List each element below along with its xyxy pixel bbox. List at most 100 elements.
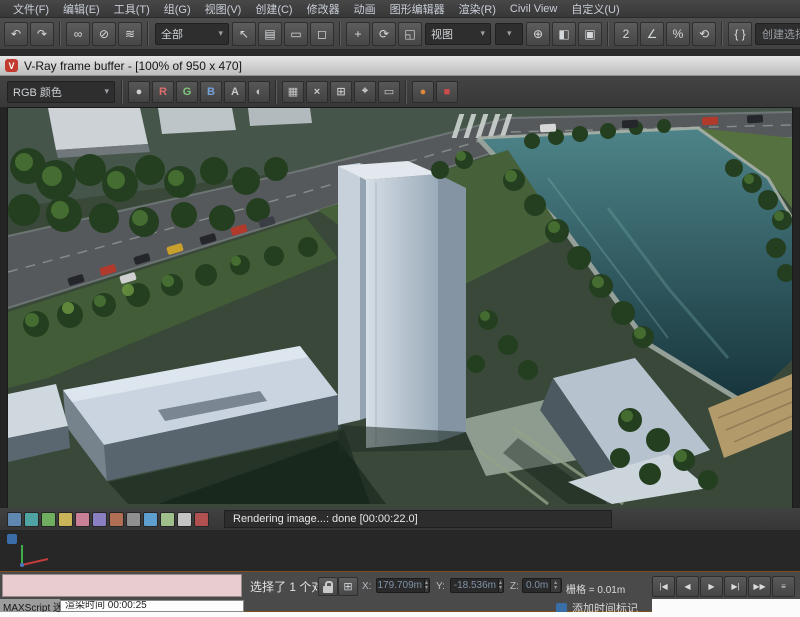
- status-panel: 选择了 1 个对象 ⊞ X: 179.709m ▴▾ Y: -18.536m ▴…: [0, 571, 800, 612]
- menu-group[interactable]: 组(G): [157, 1, 198, 17]
- go-end-button[interactable]: ▶▶: [748, 576, 771, 597]
- x-spinner[interactable]: ▴▾: [424, 579, 428, 592]
- compare-horizontal-icon[interactable]: [58, 512, 73, 527]
- spinner-down-icon: ▾: [554, 586, 557, 591]
- red-channel-icon[interactable]: R: [152, 81, 174, 103]
- render-last-icon[interactable]: ●: [412, 81, 434, 103]
- window-crossing-icon[interactable]: ◻: [310, 22, 334, 46]
- vfb-channel-dropdown[interactable]: RGB 颜色 ▾: [7, 81, 115, 103]
- move-icon[interactable]: +: [346, 22, 370, 46]
- blue-channel-icon[interactable]: B: [200, 81, 222, 103]
- white-balance-icon[interactable]: [160, 512, 175, 527]
- alpha-channel-icon[interactable]: A: [224, 81, 246, 103]
- menu-tools[interactable]: 工具(T): [107, 1, 157, 17]
- rotate-icon[interactable]: ⟳: [372, 22, 396, 46]
- chevron-down-icon: ▾: [507, 28, 512, 39]
- menu-graph-editors[interactable]: 图形编辑器: [383, 1, 452, 17]
- pivot-dropdown[interactable]: ▾: [495, 23, 523, 45]
- pixel-info-icon[interactable]: [7, 512, 22, 527]
- y-field[interactable]: -18.536m ▴▾: [450, 578, 504, 593]
- redo-icon[interactable]: ↷: [30, 22, 54, 46]
- undo-icon[interactable]: ↶: [4, 22, 28, 46]
- region-render-icon[interactable]: ▭: [378, 81, 400, 103]
- menu-edit[interactable]: 编辑(E): [56, 1, 107, 17]
- chevron-down-icon: ▾: [218, 28, 223, 39]
- grid-size-label: 栅格 = 0.01m: [566, 581, 625, 596]
- selection-lock-toggle[interactable]: [318, 577, 338, 596]
- scale-icon[interactable]: ◱: [398, 22, 422, 46]
- crop-icon[interactable]: [41, 512, 56, 527]
- named-selection-icon[interactable]: { }: [728, 22, 752, 46]
- menu-views[interactable]: 视图(V): [198, 1, 249, 17]
- bind-spacewarp-icon[interactable]: ≋: [118, 22, 142, 46]
- prev-frame-button[interactable]: ◀: [676, 576, 699, 597]
- save-image-icon[interactable]: ▦: [282, 81, 304, 103]
- toolbar-separator: [607, 22, 609, 46]
- menu-file[interactable]: 文件(F): [6, 1, 56, 17]
- region-icon[interactable]: [24, 512, 39, 527]
- go-start-button[interactable]: |◀: [652, 576, 675, 597]
- y-label: Y:: [436, 581, 445, 592]
- world-axis-icon: [10, 539, 54, 574]
- toolbar-separator: [405, 80, 407, 104]
- unlink-icon[interactable]: ⊘: [92, 22, 116, 46]
- select-link-icon[interactable]: ∞: [66, 22, 90, 46]
- toolbar-separator: [121, 80, 123, 104]
- y-spinner[interactable]: ▴▾: [498, 579, 502, 592]
- select-object-icon[interactable]: ↖: [232, 22, 256, 46]
- percent-snap-icon[interactable]: %: [666, 22, 690, 46]
- mono-channel-icon[interactable]: ◐: [248, 81, 270, 103]
- stamp-icon[interactable]: [109, 512, 124, 527]
- named-selection-set-field[interactable]: 创建选择集: [755, 23, 800, 45]
- named-selection-set-placeholder: 创建选择集: [762, 26, 800, 42]
- rgb-color-icon[interactable]: ●: [128, 81, 150, 103]
- selection-filter-dropdown[interactable]: 全部 ▾: [155, 23, 229, 45]
- vfb-render-status: Rendering image...: done [00:00:22.0]: [224, 510, 612, 528]
- exposure-icon[interactable]: [143, 512, 158, 527]
- z-field[interactable]: 0.0m ▴▾: [522, 578, 562, 593]
- x-label: X:: [362, 581, 371, 592]
- chevron-down-icon: ▾: [480, 28, 485, 39]
- x-field[interactable]: 179.709m ▴▾: [376, 578, 430, 593]
- screenshot-margin: [652, 599, 800, 613]
- compare-vertical-icon[interactable]: [75, 512, 90, 527]
- viewport-strip[interactable]: [0, 531, 800, 571]
- curves-icon[interactable]: [194, 512, 209, 527]
- time-config-button[interactable]: ≡: [772, 576, 795, 597]
- snap-toggle-icon[interactable]: 2: [614, 22, 638, 46]
- menu-customize[interactable]: 自定义(U): [564, 1, 626, 17]
- track-mouse-icon[interactable]: ⌖: [354, 81, 376, 103]
- menu-rendering[interactable]: 渲染(R): [452, 1, 503, 17]
- menu-create[interactable]: 创建(C): [248, 1, 299, 17]
- play-button[interactable]: ▶: [700, 576, 723, 597]
- levels-icon[interactable]: [177, 512, 192, 527]
- z-spinner[interactable]: ▴▾: [550, 579, 560, 592]
- vfb-title-bar[interactable]: V V-Ray frame buffer - [100% of 950 x 47…: [0, 56, 800, 76]
- clear-image-icon[interactable]: ×: [306, 81, 328, 103]
- select-by-name-icon[interactable]: ▤: [258, 22, 282, 46]
- y-value: -18.536m: [454, 580, 496, 591]
- manipulate-icon[interactable]: ⊕: [526, 22, 550, 46]
- green-channel-icon[interactable]: G: [176, 81, 198, 103]
- vfb-bottom-bar: Rendering image...: done [00:00:22.0]: [0, 508, 800, 531]
- stop-render-icon[interactable]: ■: [436, 81, 458, 103]
- menu-civil-view[interactable]: Civil View: [503, 3, 564, 15]
- mirror-icon[interactable]: ◧: [552, 22, 576, 46]
- spinner-down-icon: ▾: [425, 586, 428, 591]
- absolute-mode-toggle[interactable]: ⊞: [338, 577, 358, 596]
- reference-coordinate-dropdown[interactable]: 视图 ▾: [425, 23, 491, 45]
- align-icon[interactable]: ▣: [578, 22, 602, 46]
- macro-recorder-field[interactable]: [2, 574, 242, 597]
- region-shape-icon[interactable]: ▭: [284, 22, 308, 46]
- menu-animation[interactable]: 动画: [347, 1, 383, 17]
- color-correct-icon[interactable]: [126, 512, 141, 527]
- duplicate-buffer-icon[interactable]: ⊞: [330, 81, 352, 103]
- z-label: Z:: [510, 581, 519, 592]
- history-icon[interactable]: [92, 512, 107, 527]
- menu-modifiers[interactable]: 修改器: [300, 1, 347, 17]
- render-image: [8, 108, 792, 508]
- angle-snap-icon[interactable]: ∠: [640, 22, 664, 46]
- next-frame-button[interactable]: ▶|: [724, 576, 747, 597]
- maxscript-listener-field[interactable]: 渲染时间 00:00:25: [60, 600, 244, 612]
- spinner-snap-icon[interactable]: ⟲: [692, 22, 716, 46]
